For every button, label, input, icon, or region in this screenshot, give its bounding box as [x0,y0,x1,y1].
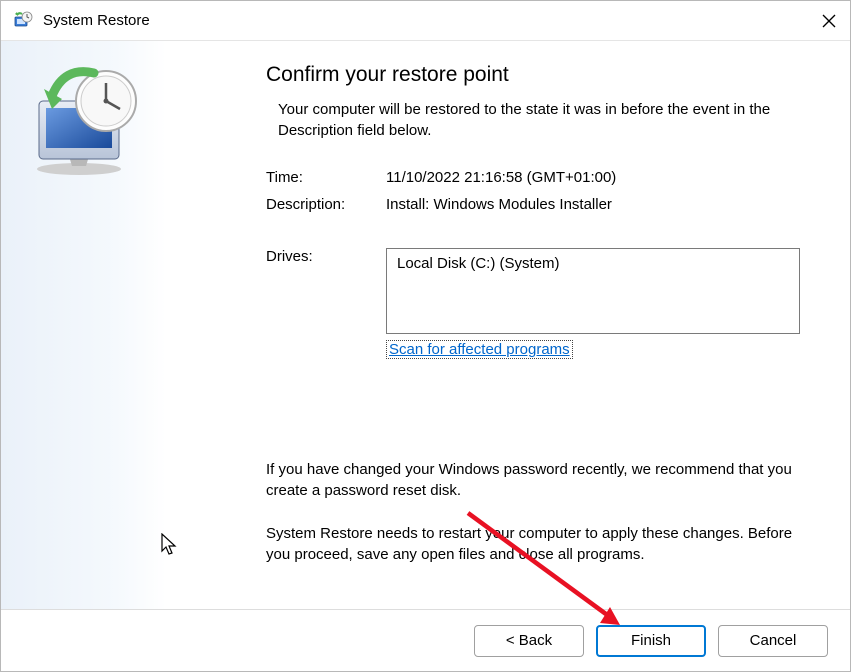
drives-label: Drives: [266,248,386,265]
time-label: Time: [266,169,386,186]
warning-block: If you have changed your Windows passwor… [266,459,800,565]
page-subheading: Your computer will be restored to the st… [266,99,800,141]
content-panel: Confirm your restore point Your computer… [166,41,850,609]
sidebar [1,41,166,609]
system-restore-large-icon [24,61,144,186]
drives-row: Drives: Local Disk (C:) (System) [266,248,800,334]
description-label: Description: [266,196,386,213]
body-area: Confirm your restore point Your computer… [1,41,850,609]
restart-warning-text: System Restore needs to restart your com… [266,523,800,565]
scan-affected-programs-link[interactable]: Scan for affected programs [386,340,573,359]
system-restore-window: System Restore [0,0,851,672]
time-value: 11/10/2022 21:16:58 (GMT+01:00) [386,169,800,186]
drives-item[interactable]: Local Disk (C:) (System) [397,255,789,272]
footer-buttons: < Back Finish Cancel [1,609,850,671]
titlebar: System Restore [1,1,850,41]
password-warning-text: If you have changed your Windows passwor… [266,459,800,501]
cancel-button[interactable]: Cancel [718,625,828,657]
drives-listbox[interactable]: Local Disk (C:) (System) [386,248,800,334]
description-row: Description: Install: Windows Modules In… [266,196,800,213]
time-row: Time: 11/10/2022 21:16:58 (GMT+01:00) [266,169,800,186]
finish-button[interactable]: Finish [596,625,706,657]
close-icon[interactable] [820,12,838,30]
back-button[interactable]: < Back [474,625,584,657]
page-heading: Confirm your restore point [266,63,800,87]
description-value: Install: Windows Modules Installer [386,196,800,213]
system-restore-app-icon [13,11,33,31]
window-title: System Restore [43,12,820,29]
